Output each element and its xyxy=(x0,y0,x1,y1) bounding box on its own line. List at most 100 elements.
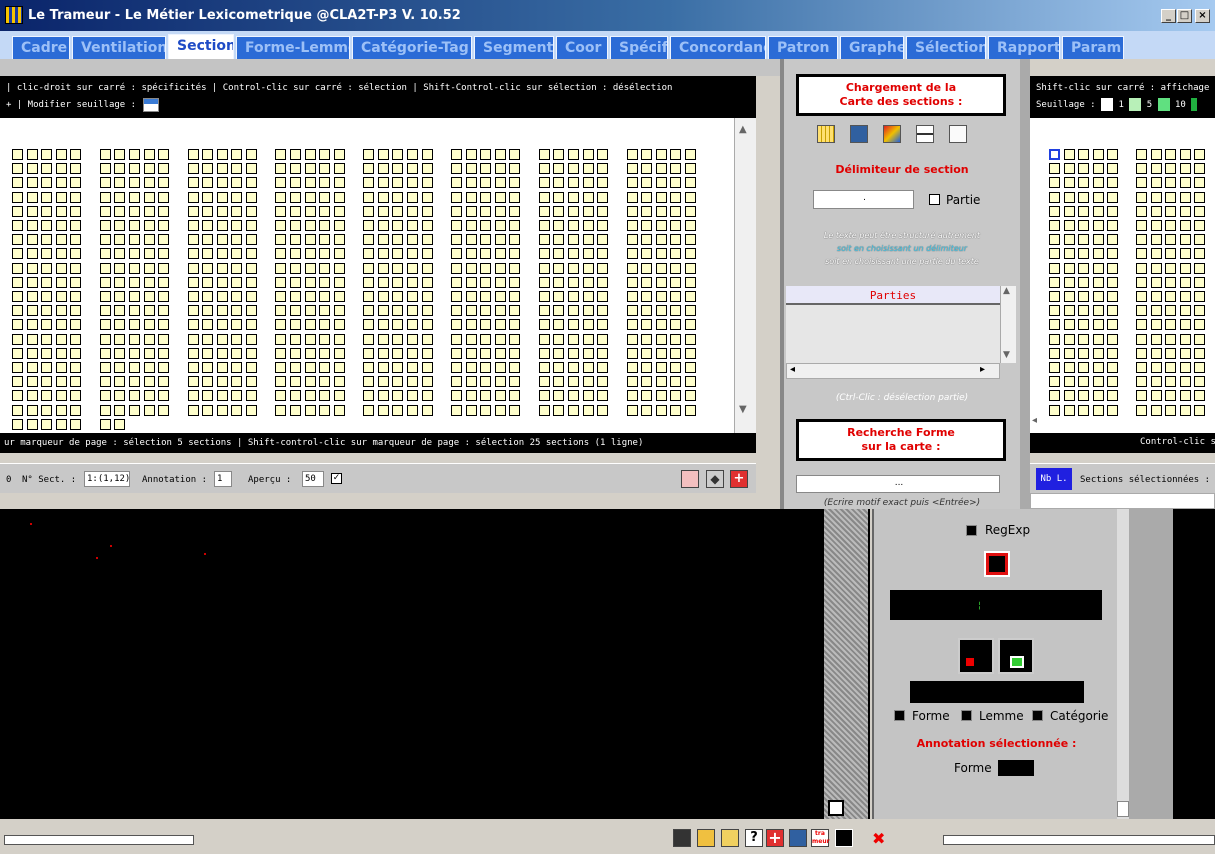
section-square[interactable] xyxy=(1049,220,1060,231)
section-square[interactable] xyxy=(1194,191,1206,203)
apercu-checkbox[interactable]: ✓ xyxy=(331,473,342,484)
section-square[interactable] xyxy=(129,362,140,373)
section-square[interactable] xyxy=(407,205,418,217)
section-square[interactable] xyxy=(407,347,418,359)
section-square[interactable] xyxy=(407,276,418,288)
edit-map-icon[interactable] xyxy=(850,125,868,143)
section-square[interactable] xyxy=(143,220,155,231)
popup-scrollbar[interactable] xyxy=(1117,509,1129,819)
section-square[interactable] xyxy=(187,191,199,203)
section-square[interactable] xyxy=(12,376,23,388)
section-square[interactable] xyxy=(319,305,331,317)
tab-section[interactable]: Section xyxy=(168,34,234,59)
section-square[interactable] xyxy=(626,319,638,331)
section-square[interactable] xyxy=(304,291,316,302)
section-square[interactable] xyxy=(216,234,228,246)
section-square[interactable] xyxy=(246,191,257,203)
section-square[interactable] xyxy=(231,404,243,416)
section-square[interactable] xyxy=(70,347,82,359)
section-square[interactable] xyxy=(655,305,667,317)
section-square[interactable] xyxy=(41,305,53,317)
section-square[interactable] xyxy=(641,347,653,359)
section-square[interactable] xyxy=(1078,347,1090,359)
section-square[interactable] xyxy=(685,305,696,317)
section-square[interactable] xyxy=(582,390,594,402)
section-square[interactable] xyxy=(187,163,199,175)
section-square[interactable] xyxy=(1063,276,1075,288)
section-square[interactable] xyxy=(377,376,389,388)
add-icon[interactable]: + xyxy=(730,470,748,488)
section-square[interactable] xyxy=(465,319,477,331)
section-square[interactable] xyxy=(246,291,257,302)
section-square[interactable] xyxy=(1063,362,1075,373)
section-square[interactable] xyxy=(1136,163,1147,175)
section-square[interactable] xyxy=(114,262,126,274)
section-square[interactable] xyxy=(392,404,404,416)
section-square[interactable] xyxy=(494,262,506,274)
section-square[interactable] xyxy=(509,291,521,302)
section-square[interactable] xyxy=(1150,163,1162,175)
section-square[interactable] xyxy=(1078,291,1090,302)
section-square[interactable] xyxy=(363,291,375,302)
section-square[interactable] xyxy=(187,276,199,288)
section-square[interactable] xyxy=(216,220,228,231)
section-square[interactable] xyxy=(1092,163,1104,175)
section-square[interactable] xyxy=(304,333,316,345)
section-square[interactable] xyxy=(626,390,638,402)
section-square[interactable] xyxy=(480,191,492,203)
section-square[interactable] xyxy=(99,191,111,203)
section-square[interactable] xyxy=(216,362,228,373)
sect-field[interactable]: 1:(1,12) xyxy=(84,471,130,487)
section-square[interactable] xyxy=(319,276,331,288)
parties-scroll-down-icon[interactable]: ▼ xyxy=(1003,350,1010,360)
section-square[interactable] xyxy=(202,191,214,203)
section-square[interactable] xyxy=(231,319,243,331)
section-square[interactable] xyxy=(70,362,82,373)
scroll-right-icon[interactable]: ▸ xyxy=(980,364,985,375)
save-icon[interactable] xyxy=(673,829,691,847)
section-square[interactable] xyxy=(26,163,38,175)
section-square[interactable] xyxy=(363,248,375,260)
section-square[interactable] xyxy=(538,390,550,402)
section-square[interactable] xyxy=(363,191,375,203)
section-square[interactable] xyxy=(1194,248,1206,260)
section-square[interactable] xyxy=(333,205,345,217)
minimize-button[interactable]: _ xyxy=(1161,9,1176,23)
section-square[interactable] xyxy=(1165,248,1177,260)
section-square[interactable] xyxy=(509,347,521,359)
section-square[interactable] xyxy=(114,248,126,260)
section-square[interactable] xyxy=(1049,177,1060,189)
section-square[interactable] xyxy=(55,362,67,373)
section-square[interactable] xyxy=(451,262,462,274)
section-square[interactable] xyxy=(246,177,257,189)
section-square[interactable] xyxy=(1063,262,1075,274)
section-square[interactable] xyxy=(275,333,287,345)
section-square[interactable] xyxy=(1063,163,1075,175)
section-square[interactable] xyxy=(333,305,345,317)
section-square[interactable] xyxy=(1179,177,1191,189)
section-square[interactable] xyxy=(290,220,301,231)
section-square[interactable] xyxy=(1165,305,1177,317)
section-square[interactable] xyxy=(363,362,375,373)
selected-section-square[interactable] xyxy=(1049,149,1060,160)
section-square[interactable] xyxy=(392,149,404,160)
section-square[interactable] xyxy=(26,248,38,260)
section-square[interactable] xyxy=(1150,262,1162,274)
section-square[interactable] xyxy=(1049,291,1060,302)
section-square[interactable] xyxy=(26,305,38,317)
section-square[interactable] xyxy=(597,376,609,388)
section-square[interactable] xyxy=(538,347,550,359)
section-square[interactable] xyxy=(129,276,140,288)
section-square[interactable] xyxy=(304,205,316,217)
section-square[interactable] xyxy=(290,163,301,175)
section-square[interactable] xyxy=(451,333,462,345)
section-square[interactable] xyxy=(451,191,462,203)
section-square[interactable] xyxy=(1078,404,1090,416)
section-square[interactable] xyxy=(1092,205,1104,217)
section-square[interactable] xyxy=(480,205,492,217)
tab-categorie-tag[interactable]: Catégorie-Tag xyxy=(352,36,472,59)
section-square[interactable] xyxy=(363,319,375,331)
section-square[interactable] xyxy=(129,404,140,416)
delimiter-field[interactable]: . xyxy=(813,190,914,209)
section-square[interactable] xyxy=(1049,347,1060,359)
